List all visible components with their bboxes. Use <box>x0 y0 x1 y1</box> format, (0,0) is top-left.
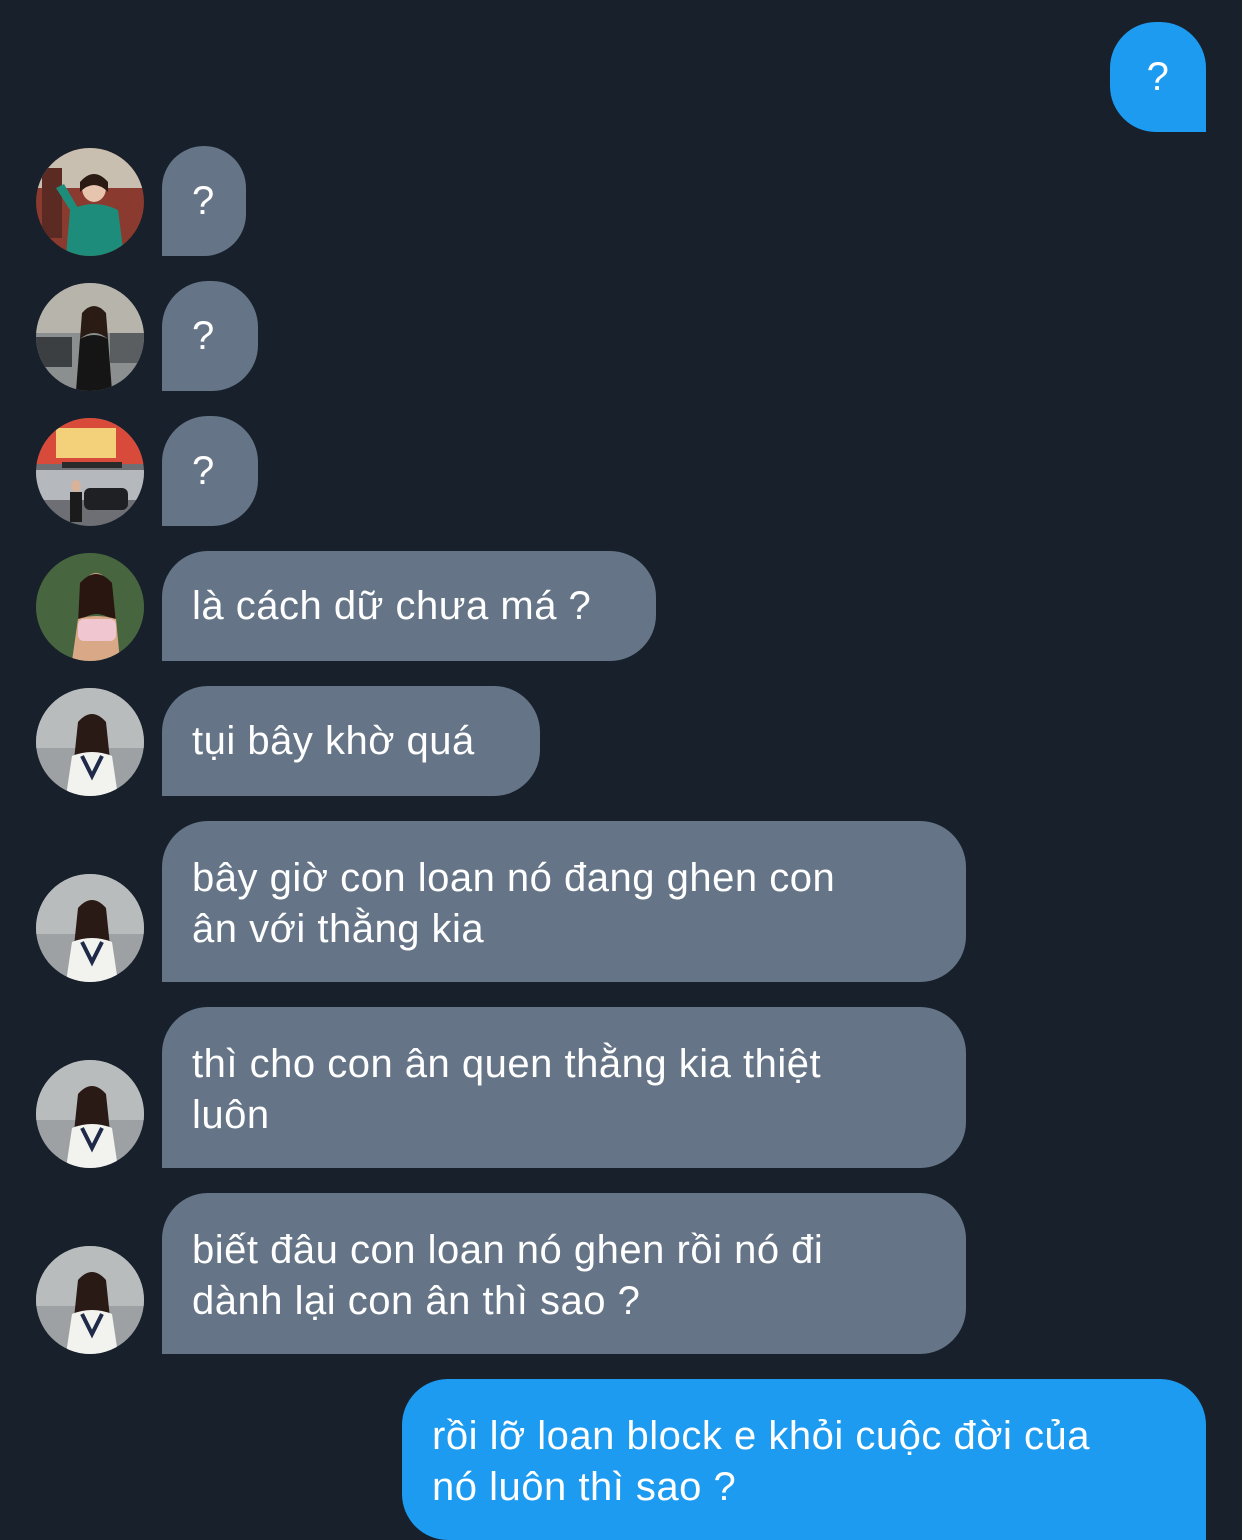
incoming-message-bubble[interactable]: ? <box>162 146 246 256</box>
woman-white-vest-avatar[interactable] <box>36 1246 144 1354</box>
message-text: ? <box>192 448 215 493</box>
incoming-message-bubble[interactable]: biết đâu con loan nó ghen rồi nó đi dành… <box>162 1193 966 1354</box>
incoming-message-bubble[interactable]: tụi bây khờ quá <box>162 686 540 796</box>
message-text: ? <box>1146 54 1170 99</box>
incoming-message-bubble[interactable]: ? <box>162 416 258 526</box>
outgoing-message-bubble[interactable]: rồi lỡ loan block e khỏi cuộc đời của nó… <box>402 1379 1206 1540</box>
woman-black-outfit-street-avatar[interactable] <box>36 283 144 391</box>
incoming-message-bubble[interactable]: là cách dữ chưa má ? <box>162 551 656 661</box>
woman-white-vest-avatar[interactable] <box>36 874 144 982</box>
message-text: biết đâu con loan nó ghen rồi nó đi dành… <box>192 1227 824 1323</box>
message-text: tụi bây khờ quá <box>192 718 475 763</box>
incoming-message-bubble[interactable]: bây giờ con loan nó đang ghen con ân với… <box>162 821 966 982</box>
woman-white-vest-avatar[interactable] <box>36 688 144 796</box>
message-text: bây giờ con loan nó đang ghen con ân với… <box>192 855 836 951</box>
woman-green-dress-avatar[interactable] <box>36 148 144 256</box>
message-text: thì cho con ân quen thằng kia thiệt luôn <box>192 1041 822 1137</box>
incoming-message-bubble[interactable]: thì cho con ân quen thằng kia thiệt luôn <box>162 1007 966 1168</box>
outgoing-message-bubble[interactable]: ? <box>1110 22 1206 132</box>
message-text: ? <box>192 313 215 358</box>
woman-white-vest-avatar[interactable] <box>36 1060 144 1168</box>
incoming-message-bubble[interactable]: ? <box>162 281 258 391</box>
message-text: là cách dữ chưa má ? <box>192 583 592 628</box>
woman-storefront-avatar[interactable] <box>36 418 144 526</box>
woman-pink-top-avatar[interactable] <box>36 553 144 661</box>
message-text: rồi lỡ loan block e khỏi cuộc đời của nó… <box>432 1413 1090 1509</box>
message-text: ? <box>192 178 215 223</box>
